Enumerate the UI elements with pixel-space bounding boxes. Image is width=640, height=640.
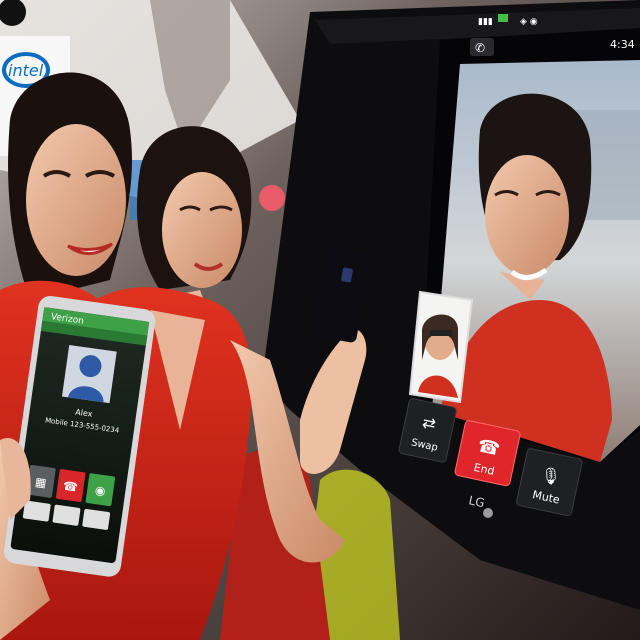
phone-hold-button[interactable]	[82, 508, 111, 530]
booth-light	[259, 185, 285, 211]
mute-button[interactable]: 🎙 Mute	[516, 448, 583, 517]
photo-canvas: intel NG ▮▮▮ ◈ ◉ 4:34 ✆ ⟳ ⇄ Swap ☎ End 🎙…	[0, 0, 640, 640]
end-call-button[interactable]: ☎ End	[454, 420, 521, 487]
photo-scene: intel NG ▮▮▮ ◈ ◉ 4:34 ✆ ⟳ ⇄ Swap ☎ End 🎙…	[0, 0, 640, 640]
phone-add-call-button[interactable]	[22, 500, 51, 522]
intel-logo: intel	[8, 61, 44, 80]
woman-left-face	[26, 124, 126, 276]
phone-mute-button[interactable]	[52, 504, 81, 526]
speaker-icon: ◉	[94, 483, 106, 498]
phone-call-icon: ✆	[475, 41, 485, 55]
tv-status-time: 4:34	[610, 38, 635, 51]
keypad-icon: ▦	[34, 475, 47, 490]
wifi-icon: ◈ ◉	[520, 17, 538, 27]
battery-icon	[498, 14, 508, 22]
phone-end-call-icon: ☎	[62, 479, 79, 495]
woman-middle-face	[162, 172, 242, 288]
signal-icon: ▮▮▮	[478, 17, 493, 27]
pip-sunglasses	[430, 330, 452, 336]
tv-power-led	[483, 508, 493, 518]
video-woman-face	[485, 155, 569, 275]
